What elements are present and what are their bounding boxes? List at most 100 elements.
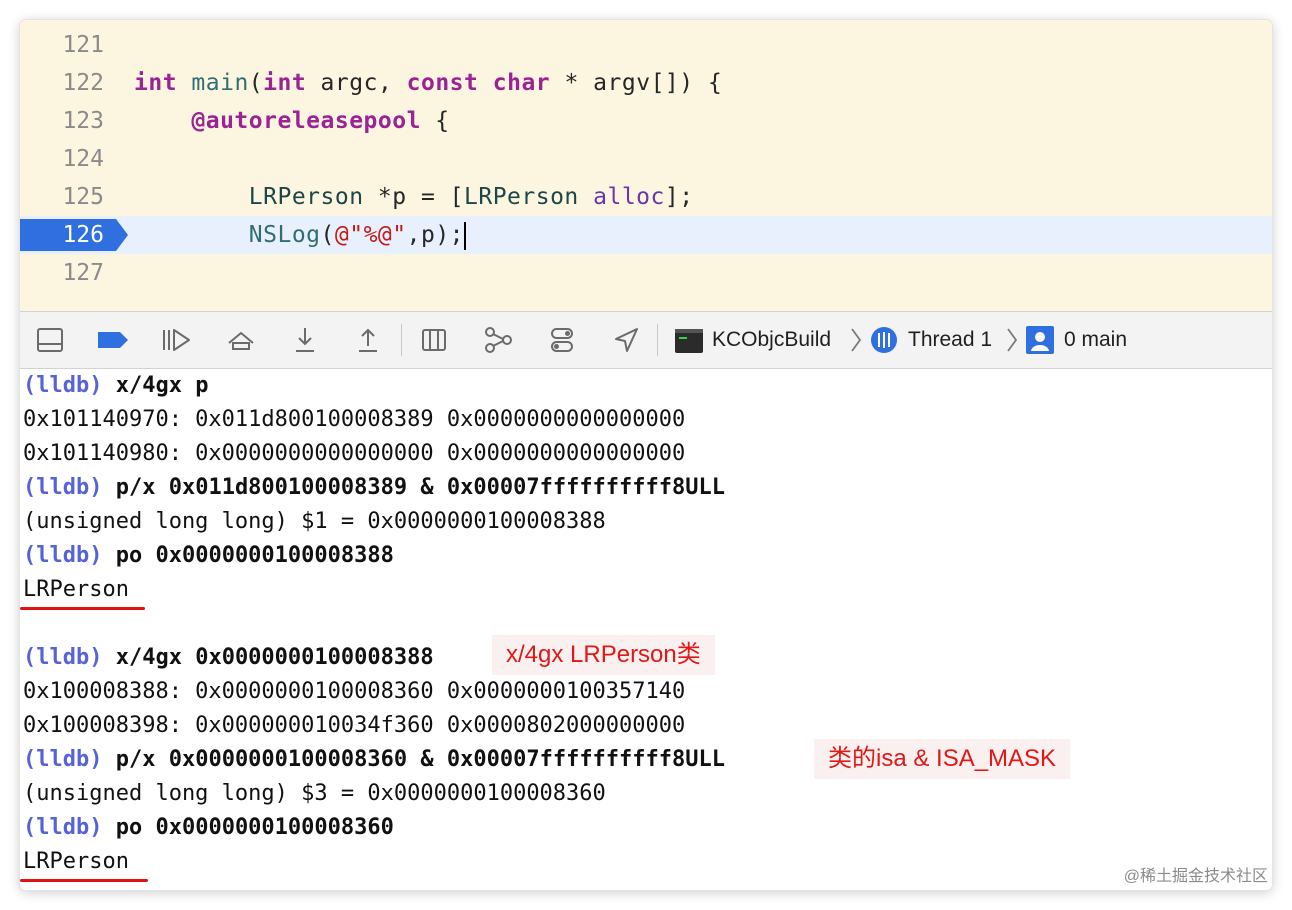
console-line: (unsigned long long) $3 = 0x000000010000… <box>23 781 606 806</box>
thread-icon <box>871 327 897 353</box>
simulate-location-button[interactable] <box>609 325 643 355</box>
lldb-prompt: (lldb) <box>23 373 103 398</box>
breakpoints-toggle-button[interactable] <box>96 325 130 355</box>
step-over-icon <box>228 331 254 350</box>
keyword: char <box>492 70 551 96</box>
line-number[interactable]: 126 <box>20 216 104 254</box>
xcode-window: 121 122 int main(int argc, const char * … <box>20 20 1272 890</box>
console-command: x/4gx 0x0000000100008388 <box>115 645 434 670</box>
annotation-label: x/4gx LRPerson类 <box>492 635 715 675</box>
code-token: { <box>420 108 450 134</box>
chevron-right-icon <box>1007 328 1018 352</box>
line-number[interactable]: 122 <box>20 64 104 102</box>
stack-frame-person-icon <box>1026 326 1054 354</box>
memory-graph-button[interactable] <box>481 325 515 355</box>
red-underline <box>20 607 145 610</box>
code-line-127[interactable]: 127 <box>20 254 1272 292</box>
console-line: (lldb) x/4gx 0x0000000100008388 <box>23 641 434 675</box>
breadcrumb-target[interactable]: KCObjcBuild <box>712 327 831 353</box>
environment-overrides-button[interactable] <box>545 325 579 355</box>
string-literal: @"%@" <box>334 222 407 248</box>
console-line: 0x101140970: 0x011d800100008389 0x000000… <box>23 407 686 432</box>
view-hierarchy-icon <box>422 329 446 351</box>
chevron-right-icon <box>851 328 862 352</box>
code-line-121[interactable]: 121 <box>20 26 1272 64</box>
location-arrow-icon <box>615 328 638 352</box>
red-underline <box>20 879 148 882</box>
code-token: * argv[]) { <box>550 70 723 96</box>
step-out-button[interactable] <box>351 325 385 355</box>
step-into-button[interactable] <box>288 325 322 355</box>
code-line-125[interactable]: 125 LRPerson *p = [LRPerson alloc]; <box>20 178 1272 216</box>
lldb-prompt: (lldb) <box>23 645 103 670</box>
code-token: ,p); <box>406 222 465 248</box>
code-editor[interactable]: 121 122 int main(int argc, const char * … <box>20 20 1272 311</box>
code-token: ( <box>320 222 335 248</box>
step-over-button[interactable] <box>224 325 258 355</box>
console-line: (unsigned long long) $1 = 0x000000010000… <box>23 509 606 534</box>
code-line-122[interactable]: 122 int main(int argc, const char * argv… <box>20 64 1272 102</box>
lldb-prompt: (lldb) <box>23 815 103 840</box>
console-line: LRPerson <box>23 849 129 874</box>
console-command: po 0x0000000100008360 <box>115 815 394 840</box>
console-line: (lldb) p/x 0x011d800100008389 & 0x00007f… <box>23 471 725 505</box>
code-text: @autoreleasepool { <box>134 102 450 140</box>
console-command: p/x 0x0000000100008360 & 0x00007ffffffff… <box>115 747 726 772</box>
code-line-124[interactable]: 124 <box>20 140 1272 178</box>
console-line: (lldb) p/x 0x0000000100008360 & 0x00007f… <box>23 743 725 777</box>
line-number[interactable]: 127 <box>20 254 104 292</box>
keyword: int <box>263 70 307 96</box>
console-line: LRPerson <box>23 577 129 602</box>
console-command: po 0x0000000100008388 <box>115 543 394 568</box>
lldb-console[interactable]: (lldb) x/4gx p 0x101140970: 0x011d800100… <box>20 369 1272 890</box>
keyword: const <box>406 70 479 96</box>
console-line: (lldb) po 0x0000000100008360 <box>23 811 394 845</box>
class-name: LRPerson <box>464 184 579 210</box>
code-token: *p = [ <box>363 184 464 210</box>
hide-debug-area-button[interactable] <box>33 325 67 355</box>
toggles-icon <box>551 328 573 352</box>
breakpoint-icon <box>98 332 128 348</box>
function-name: main <box>191 70 249 96</box>
code-text: int main(int argc, const char * argv[]) … <box>134 64 722 102</box>
console-line: 0x100008388: 0x0000000100008360 0x000000… <box>23 679 686 704</box>
lldb-prompt: (lldb) <box>23 543 103 568</box>
keyword: @autoreleasepool <box>191 108 421 134</box>
breadcrumb-thread[interactable]: Thread 1 <box>908 327 992 353</box>
line-number[interactable]: 124 <box>20 140 104 178</box>
code-line-123[interactable]: 123 @autoreleasepool { <box>20 102 1272 140</box>
console-line: 0x101140980: 0x0000000000000000 0x000000… <box>23 441 686 466</box>
code-line-126-current[interactable]: 126 NSLog(@"%@",p); <box>20 216 1272 254</box>
code-token: ]; <box>664 184 694 210</box>
step-out-icon <box>359 328 377 352</box>
debug-view-hierarchy-button[interactable] <box>417 325 451 355</box>
memory-graph-icon <box>485 327 512 353</box>
debug-toolbar: KCObjcBuild Thread 1 0 main <box>20 311 1272 369</box>
code-text: LRPerson *p = [LRPerson alloc]; <box>134 178 694 216</box>
toolbar-separator <box>401 324 402 356</box>
code-text: NSLog(@"%@",p); <box>134 216 467 254</box>
panel-toggle-icon <box>37 328 63 352</box>
keyword: int <box>134 70 178 96</box>
console-line: 0x100008398: 0x000000010034f360 0x000080… <box>23 713 686 738</box>
line-number[interactable]: 123 <box>20 102 104 140</box>
watermark: @稀土掘金技术社区 <box>1123 868 1268 885</box>
continue-button[interactable] <box>159 325 193 355</box>
line-number[interactable]: 121 <box>20 26 104 64</box>
breadcrumb-frame[interactable]: 0 main <box>1064 327 1127 353</box>
continue-icon <box>163 329 190 351</box>
step-into-icon <box>296 328 314 352</box>
message-name: alloc <box>593 184 665 210</box>
toolbar-separator <box>657 324 658 356</box>
line-number[interactable]: 125 <box>20 178 104 216</box>
code-token: argc, <box>306 70 407 96</box>
console-line: (lldb) x/4gx p <box>23 369 208 403</box>
lldb-prompt: (lldb) <box>23 747 103 772</box>
console-line: (lldb) po 0x0000000100008388 <box>23 539 394 573</box>
console-command: p/x 0x011d800100008389 & 0x00007ffffffff… <box>115 475 726 500</box>
lldb-prompt: (lldb) <box>23 475 103 500</box>
code-token: ( <box>248 70 264 96</box>
console-command: x/4gx p <box>115 373 209 398</box>
